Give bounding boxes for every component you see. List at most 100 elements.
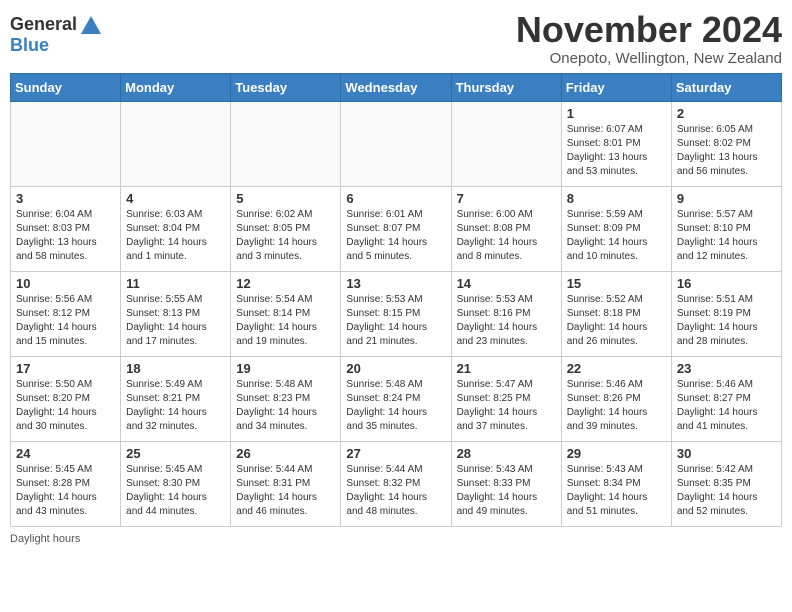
day-number: 29 [567, 446, 666, 461]
calendar-cell [121, 101, 231, 186]
calendar-cell: 6Sunrise: 6:01 AM Sunset: 8:07 PM Daylig… [341, 186, 451, 271]
calendar-cell: 20 Sunrise: 5:48 AM Sunset: 8:24 PM Dayli… [341, 356, 451, 441]
calendar-cell: 18 Sunrise: 5:49 AM Sunset: 8:21 PM Dayli… [121, 356, 231, 441]
calendar-cell: 19 Sunrise: 5:48 AM Sunset: 8:23 PM Dayli… [231, 356, 341, 441]
day-number: 10 [16, 276, 115, 291]
weekday-header-saturday: Saturday [671, 73, 781, 101]
day-number: 5 [236, 191, 335, 206]
day-info: Sunrise: 5:43 AM Sunset: 8:34 PM Dayligh… [567, 463, 666, 519]
day-info: Sunrise: 5:48 AM Sunset: 8:23 PM Dayligh… [236, 378, 335, 434]
day-number: 23 [677, 361, 776, 376]
logo: General [10, 14, 101, 35]
day-number: 2 [677, 106, 776, 121]
day-number: 20 [346, 361, 445, 376]
weekday-header-tuesday: Tuesday [231, 73, 341, 101]
day-number: 17 [16, 361, 115, 376]
day-info: Sunrise: 5:48 AM Sunset: 8:24 PM Dayligh… [346, 378, 445, 434]
calendar-cell [11, 101, 121, 186]
day-number: 16 [677, 276, 776, 291]
day-number: 4 [126, 191, 225, 206]
calendar-cell: 29 Sunrise: 5:43 AM Sunset: 8:34 PM Dayli… [561, 441, 671, 526]
day-info: Sunrise: 6:01 AM Sunset: 8:07 PM Dayligh… [346, 208, 445, 264]
day-number: 30 [677, 446, 776, 461]
location-subtitle: Onepoto, Wellington, New Zealand [516, 50, 782, 67]
day-info: Sunrise: 6:03 AM Sunset: 8:04 PM Dayligh… [126, 208, 225, 264]
day-info: Sunrise: 5:45 AM Sunset: 8:28 PM Dayligh… [16, 463, 115, 519]
calendar-cell: 23 Sunrise: 5:46 AM Sunset: 8:27 PM Dayli… [671, 356, 781, 441]
calendar-cell: 15Sunrise: 5:52 AM Sunset: 8:18 PM Dayli… [561, 271, 671, 356]
calendar-table: SundayMondayTuesdayWednesdayThursdayFrid… [10, 73, 782, 527]
weekday-header-thursday: Thursday [451, 73, 561, 101]
calendar-cell: 4 Sunrise: 6:03 AM Sunset: 8:04 PM Daylig… [121, 186, 231, 271]
day-info: Sunrise: 6:00 AM Sunset: 8:08 PM Dayligh… [457, 208, 556, 264]
calendar-cell [341, 101, 451, 186]
calendar-cell: 12 Sunrise: 5:54 AM Sunset: 8:14 PM Dayli… [231, 271, 341, 356]
day-number: 19 [236, 361, 335, 376]
day-number: 8 [567, 191, 666, 206]
calendar-cell: 5 Sunrise: 6:02 AM Sunset: 8:05 PM Daylig… [231, 186, 341, 271]
day-info: Sunrise: 6:07 AM Sunset: 8:01 PM Dayligh… [567, 123, 666, 179]
logo-area: General Blue [10, 10, 101, 56]
day-info: Sunrise: 6:02 AM Sunset: 8:05 PM Dayligh… [236, 208, 335, 264]
day-info: Sunrise: 6:04 AM Sunset: 8:03 PM Dayligh… [16, 208, 115, 264]
calendar-cell: 30 Sunrise: 5:42 AM Sunset: 8:35 PM Dayli… [671, 441, 781, 526]
calendar-cell: 16 Sunrise: 5:51 AM Sunset: 8:19 PM Dayli… [671, 271, 781, 356]
weekday-header-friday: Friday [561, 73, 671, 101]
day-info: Sunrise: 5:44 AM Sunset: 8:31 PM Dayligh… [236, 463, 335, 519]
weekday-header-wednesday: Wednesday [341, 73, 451, 101]
month-title: November 2024 [516, 10, 782, 50]
daylight-hours-label: Daylight hours [10, 533, 80, 545]
day-number: 27 [346, 446, 445, 461]
weekday-header-sunday: Sunday [11, 73, 121, 101]
day-info: Sunrise: 6:05 AM Sunset: 8:02 PM Dayligh… [677, 123, 776, 179]
day-info: Sunrise: 5:43 AM Sunset: 8:33 PM Dayligh… [457, 463, 556, 519]
calendar-cell: 11Sunrise: 5:55 AM Sunset: 8:13 PM Dayli… [121, 271, 231, 356]
day-info: Sunrise: 5:54 AM Sunset: 8:14 PM Dayligh… [236, 293, 335, 349]
day-info: Sunrise: 5:53 AM Sunset: 8:15 PM Dayligh… [346, 293, 445, 349]
day-number: 18 [126, 361, 225, 376]
day-number: 24 [16, 446, 115, 461]
day-number: 25 [126, 446, 225, 461]
calendar-week-3: 10Sunrise: 5:56 AM Sunset: 8:12 PM Dayli… [11, 271, 782, 356]
calendar-cell: 24 Sunrise: 5:45 AM Sunset: 8:28 PM Dayli… [11, 441, 121, 526]
calendar-cell: 26 Sunrise: 5:44 AM Sunset: 8:31 PM Dayli… [231, 441, 341, 526]
day-number: 7 [457, 191, 556, 206]
day-number: 22 [567, 361, 666, 376]
day-info: Sunrise: 5:46 AM Sunset: 8:26 PM Dayligh… [567, 378, 666, 434]
calendar-cell: 25 Sunrise: 5:45 AM Sunset: 8:30 PM Dayli… [121, 441, 231, 526]
weekday-header-monday: Monday [121, 73, 231, 101]
calendar-cell: 28 Sunrise: 5:43 AM Sunset: 8:33 PM Dayli… [451, 441, 561, 526]
day-info: Sunrise: 5:42 AM Sunset: 8:35 PM Dayligh… [677, 463, 776, 519]
day-info: Sunrise: 5:51 AM Sunset: 8:19 PM Dayligh… [677, 293, 776, 349]
logo-triangle-icon [81, 16, 101, 34]
weekday-header-row: SundayMondayTuesdayWednesdayThursdayFrid… [11, 73, 782, 101]
day-info: Sunrise: 5:52 AM Sunset: 8:18 PM Dayligh… [567, 293, 666, 349]
day-info: Sunrise: 5:50 AM Sunset: 8:20 PM Dayligh… [16, 378, 115, 434]
calendar-cell: 9Sunrise: 5:57 AM Sunset: 8:10 PM Daylig… [671, 186, 781, 271]
day-info: Sunrise: 5:45 AM Sunset: 8:30 PM Dayligh… [126, 463, 225, 519]
day-number: 26 [236, 446, 335, 461]
calendar-week-4: 17 Sunrise: 5:50 AM Sunset: 8:20 PM Dayli… [11, 356, 782, 441]
calendar-cell: 2 Sunrise: 6:05 AM Sunset: 8:02 PM Daylig… [671, 101, 781, 186]
calendar-cell: 14Sunrise: 5:53 AM Sunset: 8:16 PM Dayli… [451, 271, 561, 356]
day-info: Sunrise: 5:57 AM Sunset: 8:10 PM Dayligh… [677, 208, 776, 264]
day-number: 3 [16, 191, 115, 206]
day-info: Sunrise: 5:47 AM Sunset: 8:25 PM Dayligh… [457, 378, 556, 434]
day-number: 12 [236, 276, 335, 291]
calendar-cell: 21Sunrise: 5:47 AM Sunset: 8:25 PM Dayli… [451, 356, 561, 441]
day-number: 14 [457, 276, 556, 291]
calendar-cell: 10Sunrise: 5:56 AM Sunset: 8:12 PM Dayli… [11, 271, 121, 356]
footer-note: Daylight hours [10, 533, 782, 545]
calendar-cell: 13Sunrise: 5:53 AM Sunset: 8:15 PM Dayli… [341, 271, 451, 356]
day-number: 28 [457, 446, 556, 461]
calendar-week-5: 24 Sunrise: 5:45 AM Sunset: 8:28 PM Dayli… [11, 441, 782, 526]
logo-general-text: General [10, 14, 77, 35]
day-info: Sunrise: 5:49 AM Sunset: 8:21 PM Dayligh… [126, 378, 225, 434]
day-info: Sunrise: 5:46 AM Sunset: 8:27 PM Dayligh… [677, 378, 776, 434]
day-info: Sunrise: 5:59 AM Sunset: 8:09 PM Dayligh… [567, 208, 666, 264]
calendar-cell: 22 Sunrise: 5:46 AM Sunset: 8:26 PM Dayli… [561, 356, 671, 441]
calendar-week-1: 1Sunrise: 6:07 AM Sunset: 8:01 PM Daylig… [11, 101, 782, 186]
calendar-cell: 8 Sunrise: 5:59 AM Sunset: 8:09 PM Daylig… [561, 186, 671, 271]
calendar-cell: 3 Sunrise: 6:04 AM Sunset: 8:03 PM Daylig… [11, 186, 121, 271]
calendar-cell: 27Sunrise: 5:44 AM Sunset: 8:32 PM Dayli… [341, 441, 451, 526]
